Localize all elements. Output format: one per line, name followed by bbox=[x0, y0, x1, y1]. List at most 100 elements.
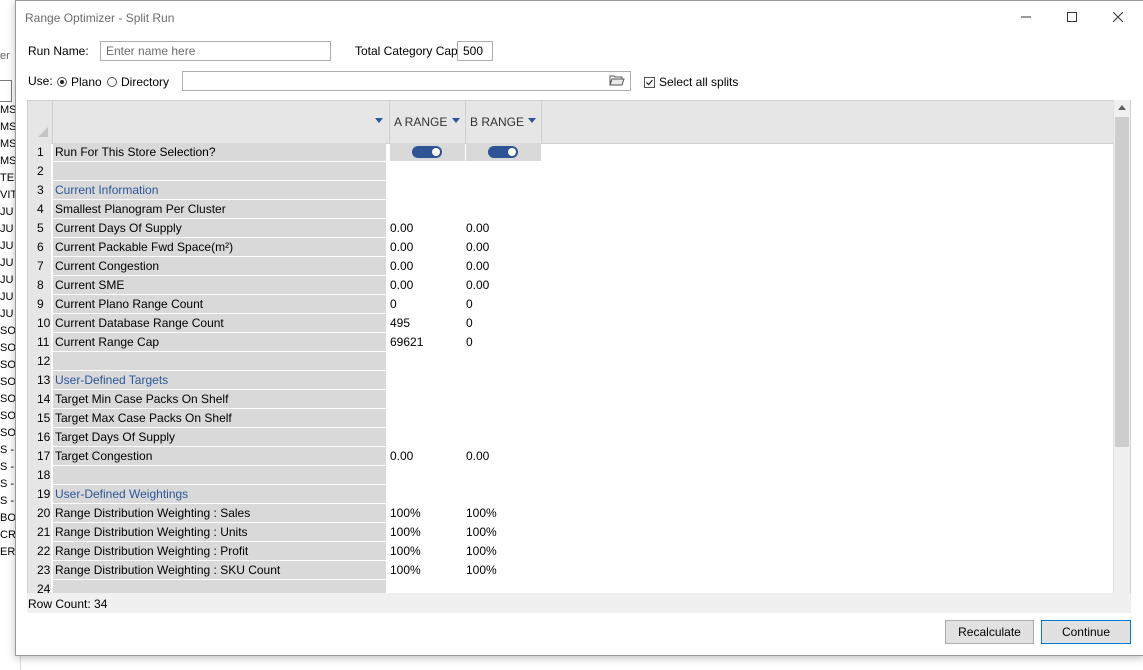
run-toggle-switch[interactable] bbox=[412, 146, 442, 158]
b-range-cell[interactable]: 100% bbox=[466, 542, 540, 561]
grid-row[interactable]: 14 Target Min Case Packs On Shelf bbox=[28, 390, 568, 409]
b-range-cell[interactable] bbox=[466, 485, 540, 504]
a-range-cell[interactable] bbox=[390, 428, 464, 447]
a-range-cell[interactable]: 100% bbox=[390, 523, 464, 542]
b-range-cell[interactable]: 0.00 bbox=[466, 219, 540, 238]
row-number[interactable]: 19 bbox=[28, 485, 51, 504]
category-cap-input[interactable] bbox=[457, 41, 493, 61]
a-range-cell[interactable] bbox=[390, 390, 464, 409]
scroll-up-icon[interactable] bbox=[1118, 105, 1126, 110]
a-range-cell[interactable]: 0.00 bbox=[390, 257, 464, 276]
grid-row[interactable]: 12 bbox=[28, 352, 568, 371]
grid-row[interactable]: 11 Current Range Cap 69621 0 bbox=[28, 333, 568, 352]
b-range-cell[interactable]: 0 bbox=[466, 333, 540, 352]
grid-row[interactable]: 5 Current Days Of Supply 0.00 0.00 bbox=[28, 219, 568, 238]
row-number[interactable]: 9 bbox=[28, 295, 51, 314]
a-range-cell[interactable]: 0.00 bbox=[390, 238, 464, 257]
b-range-cell[interactable]: 0.00 bbox=[466, 238, 540, 257]
row-number[interactable]: 17 bbox=[28, 447, 51, 466]
a-range-cell[interactable]: 100% bbox=[390, 504, 464, 523]
row-number[interactable]: 1 bbox=[28, 143, 51, 162]
filter-dropdown-icon[interactable] bbox=[528, 118, 536, 123]
minimize-button[interactable] bbox=[1003, 1, 1049, 33]
row-number[interactable]: 11 bbox=[28, 333, 51, 352]
grid-row[interactable]: 4 Smallest Planogram Per Cluster bbox=[28, 200, 568, 219]
grid-row[interactable]: 15 Target Max Case Packs On Shelf bbox=[28, 409, 568, 428]
b-range-cell[interactable]: 100% bbox=[466, 523, 540, 542]
grid-row[interactable]: 17 Target Congestion 0.00 0.00 bbox=[28, 447, 568, 466]
grid-row[interactable]: 10 Current Database Range Count 495 0 bbox=[28, 314, 568, 333]
filter-dropdown-icon[interactable] bbox=[375, 118, 383, 123]
row-number[interactable]: 7 bbox=[28, 257, 51, 276]
grid-row[interactable]: 8 Current SME 0.00 0.00 bbox=[28, 276, 568, 295]
path-input[interactable] bbox=[182, 71, 631, 91]
row-number[interactable]: 16 bbox=[28, 428, 51, 447]
grid-corner[interactable] bbox=[28, 101, 53, 143]
b-range-cell[interactable] bbox=[466, 409, 540, 428]
grid-row[interactable]: 20 Range Distribution Weighting : Sales 10… bbox=[28, 504, 568, 523]
header-label-column[interactable] bbox=[53, 101, 390, 143]
recalculate-button[interactable]: Recalculate bbox=[945, 620, 1034, 644]
a-range-cell[interactable]: 0.00 bbox=[390, 276, 464, 295]
row-number[interactable]: 12 bbox=[28, 352, 51, 371]
a-range-cell[interactable]: 0 bbox=[390, 295, 464, 314]
b-range-cell[interactable] bbox=[466, 390, 540, 409]
filter-dropdown-icon[interactable] bbox=[452, 118, 460, 123]
close-button[interactable] bbox=[1095, 1, 1141, 33]
row-number[interactable]: 18 bbox=[28, 466, 51, 485]
b-range-cell[interactable] bbox=[466, 162, 540, 181]
grid-row[interactable]: 23 Range Distribution Weighting : SKU Cou… bbox=[28, 561, 568, 580]
continue-button[interactable]: Continue bbox=[1041, 620, 1131, 644]
grid-row[interactable]: 2 bbox=[28, 162, 568, 181]
scrollbar-thumb[interactable] bbox=[1115, 117, 1129, 447]
row-number[interactable]: 2 bbox=[28, 162, 51, 181]
b-range-cell[interactable]: 0 bbox=[466, 295, 540, 314]
vertical-scrollbar[interactable] bbox=[1113, 100, 1130, 612]
run-name-input[interactable] bbox=[100, 41, 331, 61]
b-range-cell[interactable]: 0 bbox=[466, 314, 540, 333]
row-number[interactable]: 10 bbox=[28, 314, 51, 333]
a-range-cell[interactable] bbox=[390, 485, 464, 504]
row-number[interactable]: 4 bbox=[28, 200, 51, 219]
grid-row[interactable]: 9 Current Plano Range Count 0 0 bbox=[28, 295, 568, 314]
a-range-cell[interactable]: 69621 bbox=[390, 333, 464, 352]
grid-row[interactable]: 16 Target Days Of Supply bbox=[28, 428, 568, 447]
row-number[interactable]: 20 bbox=[28, 504, 51, 523]
row-number[interactable]: 6 bbox=[28, 238, 51, 257]
header-b-range[interactable]: B RANGE bbox=[466, 101, 542, 143]
grid-row[interactable]: 18 bbox=[28, 466, 568, 485]
a-range-cell[interactable]: 100% bbox=[390, 561, 464, 580]
a-range-cell[interactable] bbox=[390, 200, 464, 219]
a-range-cell[interactable]: 0.00 bbox=[390, 219, 464, 238]
a-range-cell[interactable] bbox=[390, 371, 464, 390]
b-range-cell[interactable]: 0.00 bbox=[466, 276, 540, 295]
b-range-cell[interactable] bbox=[466, 181, 540, 200]
directory-radio[interactable]: Directory bbox=[107, 75, 169, 89]
row-number[interactable]: 21 bbox=[28, 523, 51, 542]
row-number[interactable]: 22 bbox=[28, 542, 51, 561]
row-number[interactable]: 23 bbox=[28, 561, 51, 580]
a-range-cell[interactable] bbox=[390, 466, 464, 485]
b-range-cell[interactable] bbox=[466, 371, 540, 390]
grid-row[interactable]: 13 User-Defined Targets bbox=[28, 371, 568, 390]
b-range-cell[interactable]: 100% bbox=[466, 504, 540, 523]
b-range-cell[interactable] bbox=[466, 352, 540, 371]
a-range-cell[interactable]: 495 bbox=[390, 314, 464, 333]
grid-row[interactable]: 7 Current Congestion 0.00 0.00 bbox=[28, 257, 568, 276]
grid-row[interactable]: 1 Run For This Store Selection? bbox=[28, 143, 568, 162]
b-range-cell[interactable]: 0.00 bbox=[466, 447, 540, 466]
grid-row[interactable]: 6 Current Packable Fwd Space(m²) 0.00 0.00 bbox=[28, 238, 568, 257]
b-range-cell[interactable]: 100% bbox=[466, 561, 540, 580]
a-range-cell[interactable] bbox=[390, 181, 464, 200]
row-number[interactable]: 13 bbox=[28, 371, 51, 390]
row-number[interactable]: 15 bbox=[28, 409, 51, 428]
row-number[interactable]: 5 bbox=[28, 219, 51, 238]
a-range-cell[interactable] bbox=[390, 162, 464, 181]
a-range-cell[interactable]: 100% bbox=[390, 542, 464, 561]
b-range-cell[interactable] bbox=[466, 428, 540, 447]
a-range-cell[interactable] bbox=[390, 352, 464, 371]
browse-folder-button[interactable] bbox=[609, 73, 625, 87]
b-range-cell[interactable] bbox=[466, 200, 540, 219]
b-range-cell[interactable]: 0.00 bbox=[466, 257, 540, 276]
row-number[interactable]: 8 bbox=[28, 276, 51, 295]
